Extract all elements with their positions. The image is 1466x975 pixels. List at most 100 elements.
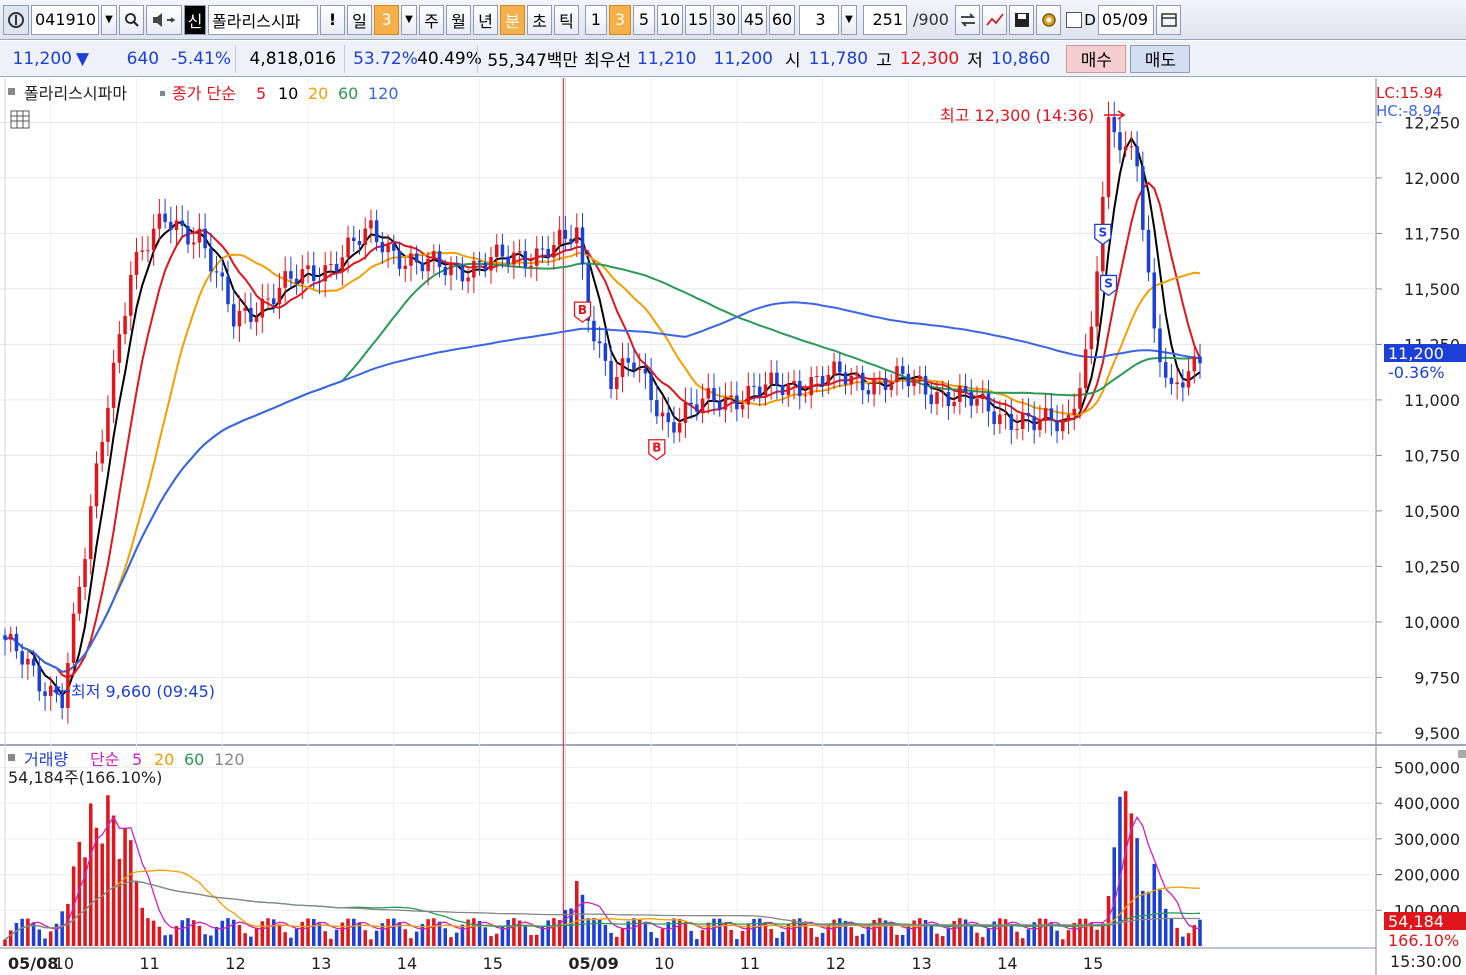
chart-area[interactable]: 9,500 9,750 10,000 10,250 10,500 10,750 11,000… [0, 78, 1466, 975]
code-dropdown-button[interactable]: ▼ [101, 4, 117, 35]
interval-dropdown-button[interactable]: ▼ [841, 4, 857, 35]
period-dropdown-button[interactable]: ▼ [401, 4, 417, 35]
candle-body [1198, 356, 1202, 364]
calendar-button[interactable] [1156, 4, 1181, 35]
sound-button[interactable] [146, 4, 182, 35]
interval-button-3[interactable]: 3 [609, 4, 631, 35]
candle-body [317, 280, 322, 282]
candle-body [963, 386, 968, 392]
period-second-button[interactable]: 초 [527, 4, 552, 35]
period-tick-button[interactable]: 틱 [554, 4, 579, 35]
volume-bar [809, 928, 813, 946]
volume-bar [609, 932, 613, 946]
volume-bar [26, 918, 30, 946]
ma120-label: 120 [368, 84, 399, 103]
period-minute-button[interactable]: 분 [500, 4, 525, 35]
transfer-button[interactable] [955, 4, 980, 35]
interval-buttons: 1 3 5 10 15 30 45 60 [585, 4, 795, 35]
volume-bar [603, 924, 608, 946]
volume-bar [129, 840, 133, 946]
candle-body [563, 229, 568, 239]
candle-body [26, 658, 30, 665]
candle-body [1020, 412, 1025, 429]
search-icon [124, 12, 139, 27]
interval-button-10[interactable]: 10 [657, 4, 683, 35]
date-checkbox[interactable] [1066, 11, 1082, 28]
volume-legend-handle-icon[interactable] [8, 754, 15, 761]
buy-button[interactable]: 매수 [1066, 44, 1127, 73]
line-chart-icon [985, 12, 1004, 26]
volume-bar [1066, 930, 1071, 946]
volume-bar [414, 931, 419, 946]
volume-bar [403, 929, 408, 946]
candle-body [986, 393, 991, 412]
sell-button[interactable]: 매도 [1130, 44, 1191, 73]
candle-body [952, 401, 956, 407]
volume-bar [786, 924, 791, 946]
candle-body [717, 401, 722, 410]
volume-bar [209, 935, 213, 946]
volume-bar [815, 936, 819, 946]
volume-bar [1061, 939, 1065, 946]
alert-button[interactable]: ! [320, 4, 345, 35]
panel-resize-icon[interactable] [1458, 750, 1466, 758]
candle-body [300, 269, 305, 284]
interval-button-45[interactable]: 45 [741, 4, 767, 35]
interval-button-1[interactable]: 1 [585, 4, 607, 35]
ma60-label: 60 [338, 84, 358, 103]
volume-legend-name[interactable]: 거래량 [24, 750, 68, 769]
interval-button-5[interactable]: 5 [633, 4, 655, 35]
candle-body [855, 372, 859, 376]
period-month-button[interactable]: 월 [446, 4, 471, 35]
volume-bar [820, 932, 825, 946]
candle-body [289, 271, 293, 279]
price-legend-name[interactable]: 폴라리스시파마 [24, 84, 127, 103]
candle-body [226, 276, 230, 305]
period-week-button[interactable]: 주 [419, 4, 444, 35]
stock-code-input[interactable]: 041910 [31, 4, 99, 35]
candle-body [397, 250, 402, 269]
candle-body [374, 220, 379, 243]
candle-body [752, 385, 756, 387]
candle-body [83, 559, 87, 588]
date-input[interactable]: 05/09 [1098, 4, 1154, 35]
volume-bar [935, 933, 939, 946]
candle-body [151, 228, 156, 251]
candle-body [1055, 420, 1059, 432]
candle-body [1112, 117, 1116, 133]
interval-input[interactable]: 3 [799, 4, 839, 35]
volume-bar [672, 918, 676, 946]
candle-body [580, 227, 585, 265]
candlestick-chart[interactable]: 9,500 9,750 10,000 10,250 10,500 10,750 11,000… [0, 78, 1466, 975]
volume-bar [146, 918, 150, 946]
volume-bar [472, 918, 476, 946]
candle-body [100, 441, 104, 464]
candle-body [1146, 229, 1151, 273]
volume-bar [454, 932, 459, 946]
table-icon[interactable] [10, 110, 30, 129]
search-button[interactable] [119, 4, 144, 35]
current-change-label: -0.36% [1388, 363, 1445, 382]
interval-button-60[interactable]: 60 [769, 4, 795, 35]
legend-handle-icon[interactable] [8, 88, 15, 95]
open-label: 시 [785, 51, 801, 71]
period-day-count[interactable]: 3 [374, 4, 399, 35]
app-icon[interactable] [3, 4, 29, 35]
candle-body [592, 320, 596, 342]
interval-button-15[interactable]: 15 [685, 4, 711, 35]
candle-body [740, 404, 745, 410]
stock-name-field[interactable]: 폴라리스시파 [208, 4, 318, 35]
compare-chart-button[interactable] [982, 4, 1007, 35]
candle-body [454, 263, 459, 266]
trade-amount: 55,347백만 [487, 51, 579, 71]
volume-bar [460, 924, 465, 946]
save-button[interactable] [1009, 4, 1034, 35]
candle-body [123, 315, 127, 335]
count-input[interactable]: 251 [863, 4, 907, 35]
interval-button-30[interactable]: 30 [713, 4, 739, 35]
best-quote-label: 최우선 [584, 51, 631, 71]
period-year-button[interactable]: 년 [473, 4, 498, 35]
period-day-button[interactable]: 일 [347, 4, 372, 35]
candle-body [277, 287, 282, 305]
settings-button[interactable] [1036, 4, 1061, 35]
